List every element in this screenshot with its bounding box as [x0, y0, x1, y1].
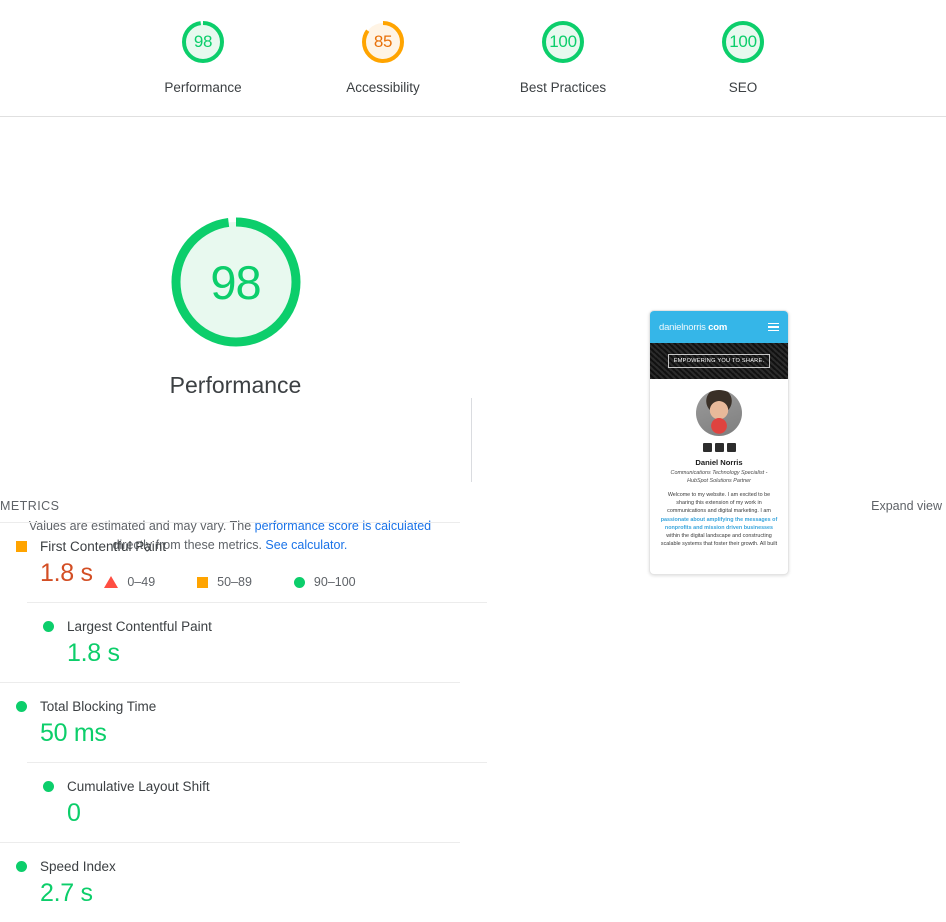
gauge-ring-accessibility: 85	[359, 18, 407, 66]
panel-divider	[471, 398, 472, 482]
gauge-label-seo: SEO	[728, 80, 758, 95]
circle-icon	[16, 861, 27, 872]
circle-icon	[43, 621, 54, 632]
gauge-label-accessibility: Accessibility	[346, 80, 420, 95]
circle-icon	[43, 781, 54, 792]
metric-name: Cumulative Layout Shift	[67, 779, 210, 794]
category-gauge-seo[interactable]: 100 SEO	[683, 18, 803, 95]
gauge-ring-best-practices: 100	[539, 18, 587, 66]
category-gauge-accessibility[interactable]: 85 Accessibility	[323, 18, 443, 95]
metric-value: 2.7 s	[40, 879, 93, 907]
expand-view-button[interactable]: Expand view	[871, 499, 942, 513]
performance-summary-panel: 98 Performance Values are estimated and …	[0, 117, 946, 589]
metric-value: 1.8 s	[40, 559, 93, 587]
metrics-header: METRICS Expand view	[0, 495, 946, 517]
gauge-label-best-practices: Best Practices	[519, 80, 607, 95]
thumbnail-logo-light: danielnorris	[659, 321, 706, 333]
main-score-column: 98 Performance	[0, 117, 471, 399]
circle-icon	[16, 701, 27, 712]
main-score-value: 98	[210, 255, 261, 309]
metric-value: 1.8 s	[67, 639, 120, 667]
gauge-ring-performance: 98	[179, 18, 227, 66]
metric-header: Speed Index	[16, 859, 460, 874]
thumbnail-person-name: Daniel Norris	[695, 458, 743, 467]
thumbnail-hero-text: EMPOWERING YOU TO SHARE.	[667, 354, 771, 368]
metric-header: Cumulative Layout Shift	[43, 779, 487, 794]
gauge-score-performance: 98	[193, 32, 213, 51]
thumbnail-social-icons	[659, 443, 779, 452]
linkedin-icon	[714, 443, 724, 452]
thumbnail-role-line1: Communications Technology Specialist -	[670, 470, 768, 476]
metric-header: First Contentful Paint	[16, 539, 460, 554]
metric-value: 0	[67, 799, 81, 827]
instagram-icon	[726, 443, 736, 452]
facebook-icon	[702, 443, 712, 452]
thumbnail-logo-bold: com	[708, 321, 728, 333]
metric-name: Largest Contentful Paint	[67, 619, 212, 634]
thumbnail-site-logo: danielnorris com	[659, 322, 727, 333]
gauge-ring-seo: 100	[719, 18, 767, 66]
metric-total-blocking-time[interactable]: Total Blocking Time 50 ms	[0, 682, 460, 762]
metric-name: Total Blocking Time	[40, 699, 157, 714]
metrics-title: METRICS	[0, 499, 60, 513]
metric-value: 50 ms	[40, 719, 107, 747]
metric-cumulative-layout-shift[interactable]: Cumulative Layout Shift 0	[27, 762, 487, 842]
category-gauge-performance[interactable]: 98 Performance	[143, 18, 263, 95]
thumbnail-person-role: Communications Technology Specialist - H…	[659, 470, 779, 485]
metric-header: Total Blocking Time	[16, 699, 460, 714]
avatar	[696, 390, 742, 436]
metric-name: First Contentful Paint	[40, 539, 167, 554]
square-icon	[16, 541, 27, 552]
metric-speed-index[interactable]: Speed Index 2.7 s	[0, 842, 460, 922]
metric-header: Largest Contentful Paint	[43, 619, 487, 634]
category-score-strip: 98 Performance 85 Accessibility 100 Best…	[0, 0, 946, 117]
thumbnail-site-header: danielnorris com	[650, 311, 788, 343]
gauge-score-best-practices: 100	[549, 32, 577, 51]
main-score-title: Performance	[169, 372, 302, 398]
gauge-score-accessibility: 85	[373, 32, 393, 51]
thumbnail-role-line2: HubSpot Solutions Partner	[687, 477, 751, 484]
metrics-grid: First Contentful Paint 1.8 s Largest Con…	[0, 522, 946, 922]
gauge-score-seo: 100	[729, 32, 757, 51]
gauge-label-performance: Performance	[164, 80, 242, 95]
metric-largest-contentful-paint[interactable]: Largest Contentful Paint 1.8 s	[27, 602, 487, 682]
thumbnail-hero: EMPOWERING YOU TO SHARE.	[650, 343, 788, 379]
category-gauge-best-practices[interactable]: 100 Best Practices	[503, 18, 623, 95]
lighthouse-report: 98 Performance 85 Accessibility 100 Best…	[0, 0, 946, 907]
main-gauge-ring: 98	[166, 212, 306, 352]
metric-name: Speed Index	[40, 859, 116, 874]
metric-first-contentful-paint[interactable]: First Contentful Paint 1.8 s	[0, 522, 460, 602]
hamburger-icon	[768, 322, 779, 332]
